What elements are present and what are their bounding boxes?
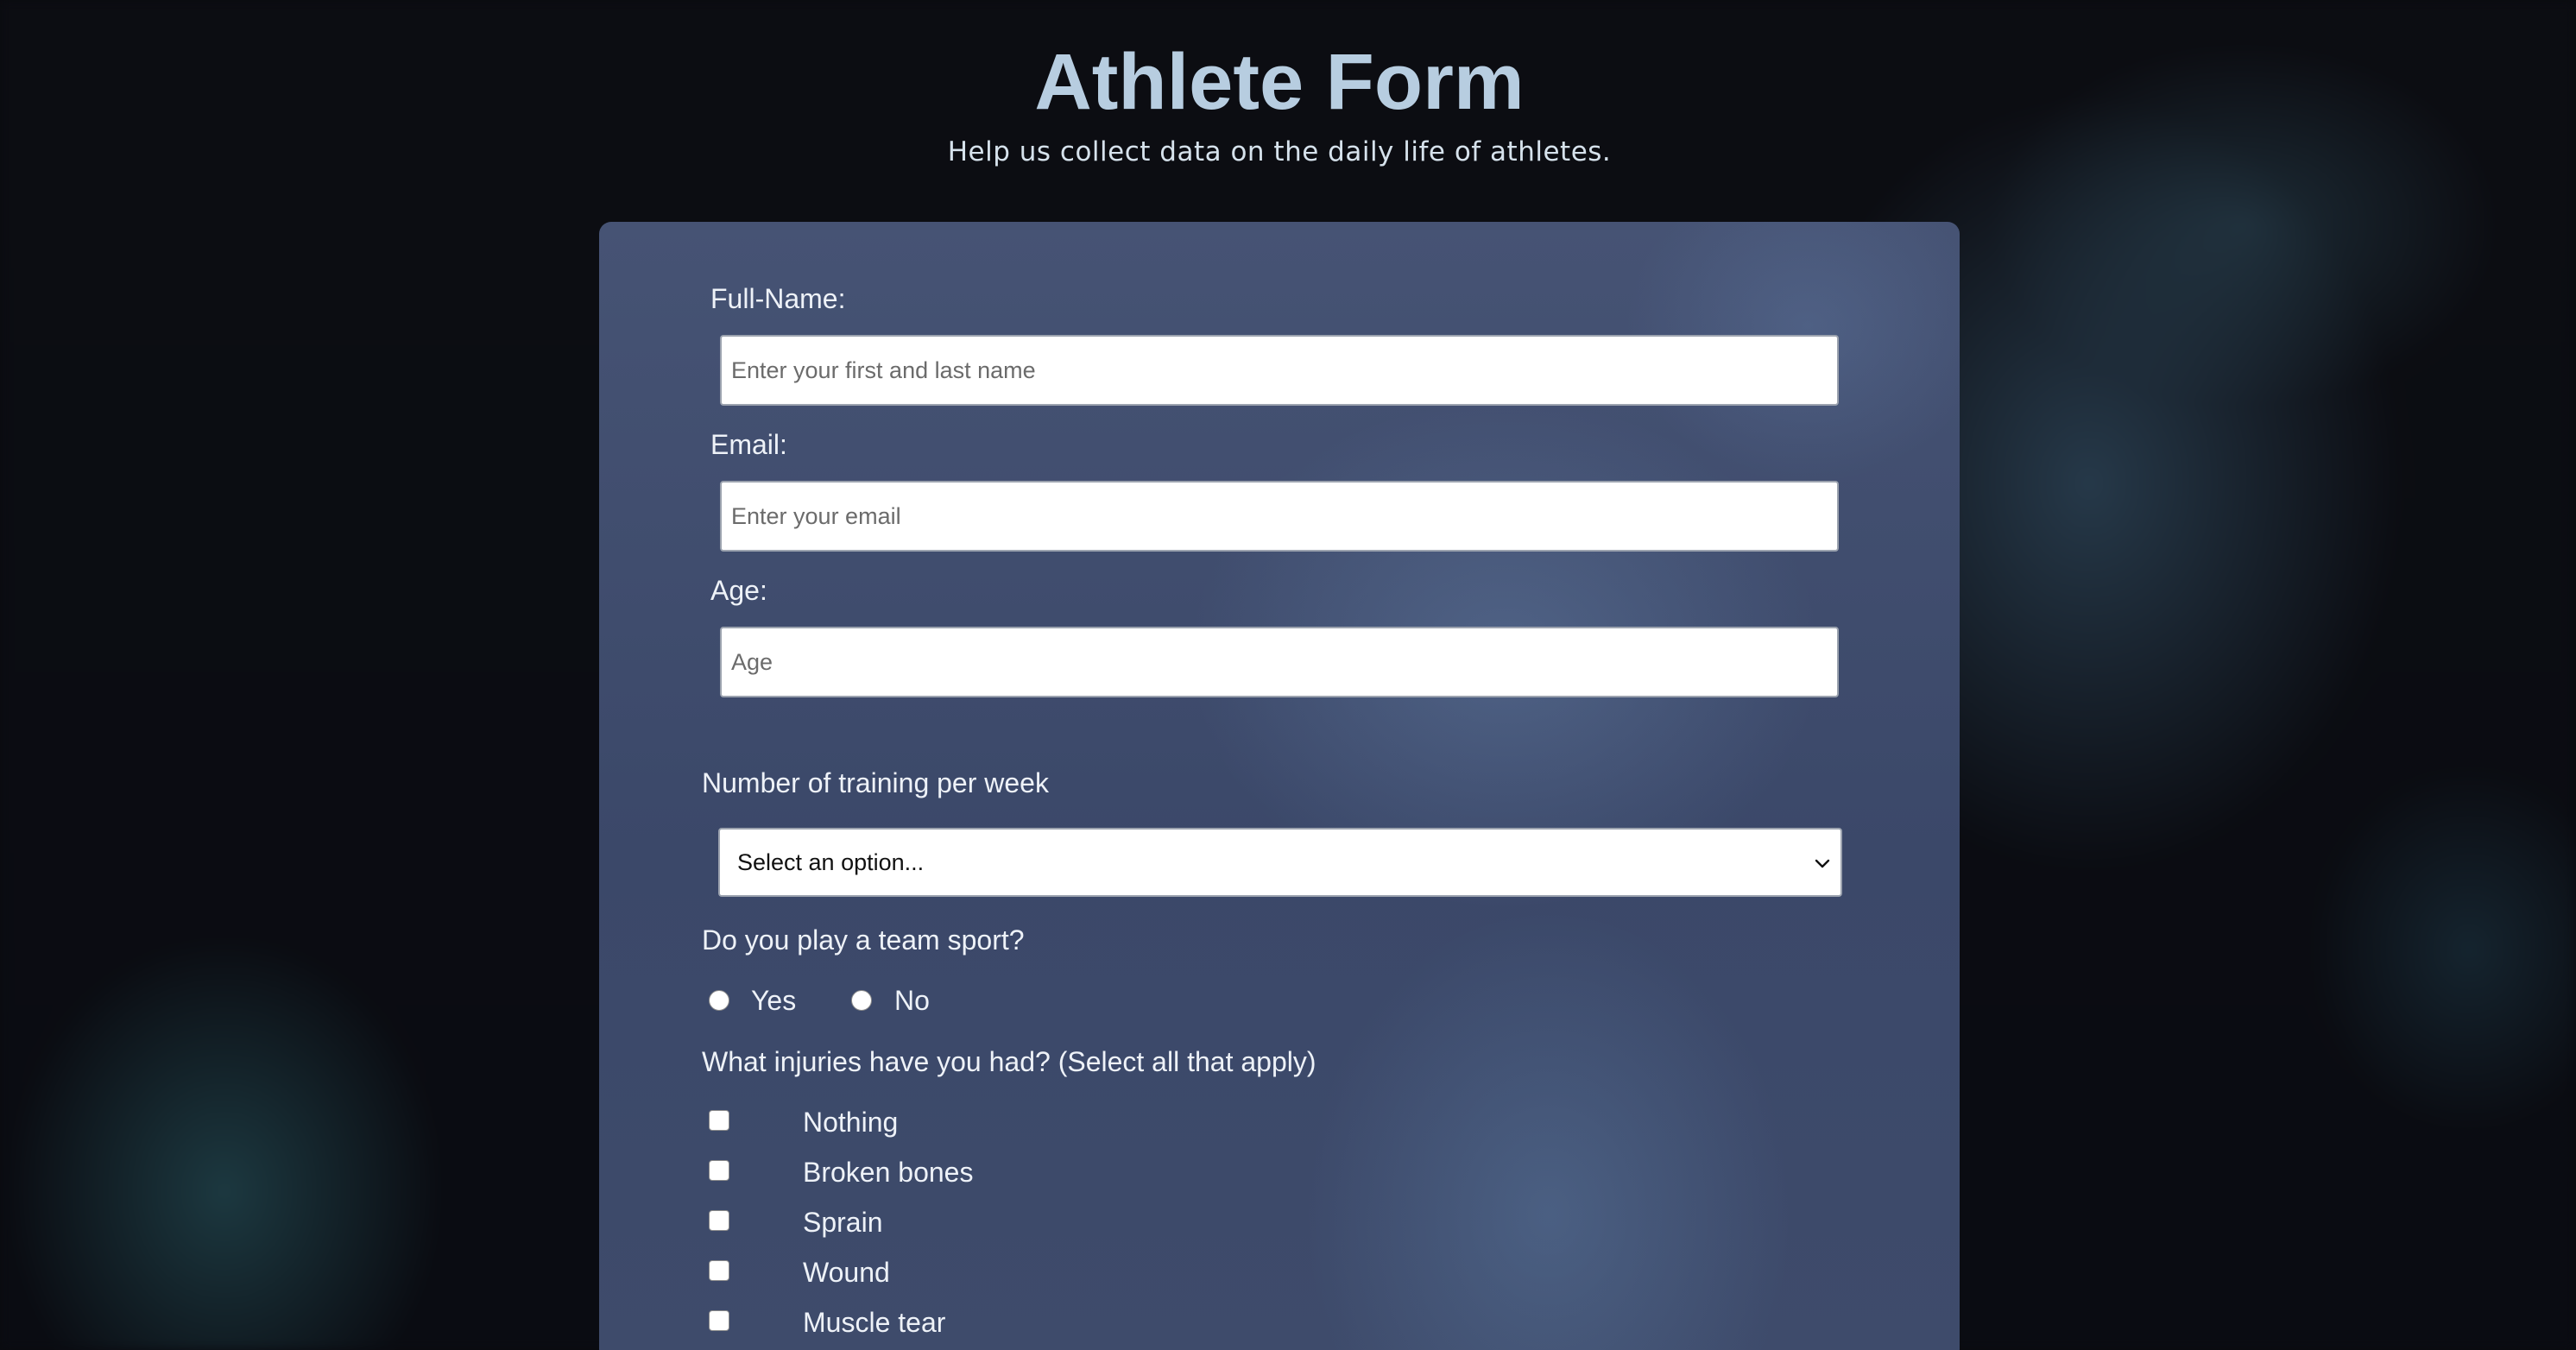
- training-label: Number of training per week: [702, 767, 1049, 798]
- training-select[interactable]: Select an option...: [718, 828, 1842, 897]
- team-sport-question: Do you play a team sport?: [702, 924, 1025, 956]
- team-sport-yes-label: Yes: [751, 985, 797, 1016]
- injury-nothing-label: Nothing: [803, 1107, 899, 1138]
- athlete-form-card: Full-Name: Email: Age: Number of trainin…: [599, 222, 1960, 1350]
- age-input[interactable]: [720, 627, 1839, 697]
- full-name-label: Full-Name:: [710, 283, 846, 314]
- injury-muscle-tear-label: Muscle tear: [803, 1307, 946, 1338]
- injuries-question: What injuries have you had? (Select all …: [702, 1046, 1316, 1077]
- injury-sprain-label: Sprain: [803, 1207, 883, 1238]
- injury-broken-bones-checkbox[interactable]: [709, 1160, 729, 1181]
- injury-wound-label: Wound: [803, 1257, 890, 1288]
- page-title: Athlete Form: [1034, 38, 1525, 126]
- injury-nothing-checkbox[interactable]: [709, 1110, 729, 1131]
- email-label: Email:: [710, 429, 787, 460]
- training-select-value: Select an option...: [737, 849, 925, 875]
- full-name-input[interactable]: [720, 335, 1839, 406]
- page-subtitle: Help us collect data on the daily life o…: [947, 136, 1612, 167]
- team-sport-no-label: No: [894, 985, 930, 1016]
- chevron-down-icon: [1815, 859, 1830, 868]
- injury-broken-bones-label: Broken bones: [803, 1157, 974, 1188]
- team-sport-yes-radio[interactable]: [709, 990, 729, 1011]
- injury-wound-checkbox[interactable]: [709, 1260, 729, 1281]
- injury-sprain-checkbox[interactable]: [709, 1210, 729, 1231]
- injury-muscle-tear-checkbox[interactable]: [709, 1310, 729, 1331]
- email-input[interactable]: [720, 481, 1839, 552]
- age-label: Age:: [710, 575, 767, 606]
- team-sport-no-radio[interactable]: [851, 990, 872, 1011]
